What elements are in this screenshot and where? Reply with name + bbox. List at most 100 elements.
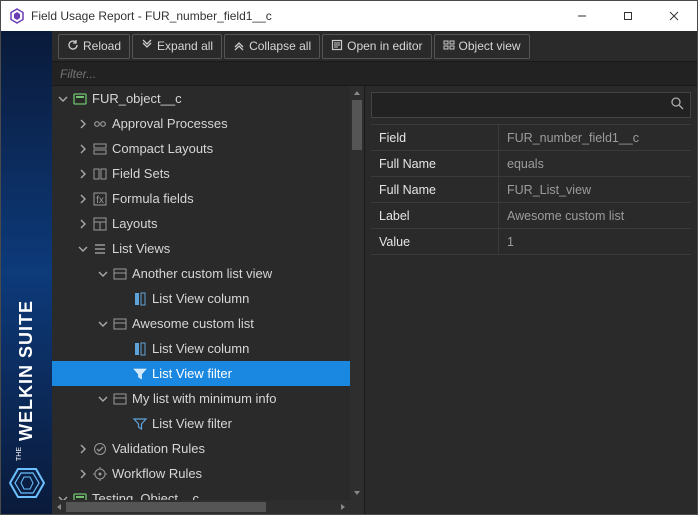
tree-label: Another custom list view xyxy=(132,266,272,281)
tree-label: My list with minimum info xyxy=(132,391,276,406)
property-row[interactable]: LabelAwesome custom list xyxy=(371,203,691,229)
collapse-all-button[interactable]: Collapse all xyxy=(224,34,320,59)
scroll-right-icon[interactable] xyxy=(336,500,350,514)
chevron-down-icon[interactable] xyxy=(96,392,110,406)
property-search[interactable] xyxy=(371,92,691,118)
chevron-down-icon[interactable] xyxy=(56,92,70,106)
window-buttons xyxy=(559,1,697,31)
brand-text: THE WELKIN SUITE xyxy=(16,300,37,461)
layouts-icon xyxy=(92,216,108,232)
object-view-button[interactable]: Object view xyxy=(434,34,530,59)
expand-all-button[interactable]: Expand all xyxy=(132,34,222,59)
tree-node-awesome-col[interactable]: List View column xyxy=(52,336,350,361)
property-row[interactable]: Full NameFUR_List_view xyxy=(371,177,691,203)
filter-input[interactable] xyxy=(52,62,697,85)
chevron-down-icon[interactable] xyxy=(76,242,90,256)
vertical-scrollbar[interactable] xyxy=(350,86,364,500)
tree-node-approval[interactable]: Approval Processes xyxy=(52,111,350,136)
tree-node-another-col[interactable]: List View column xyxy=(52,286,350,311)
horizontal-scrollbar[interactable] xyxy=(52,500,350,514)
process-icon xyxy=(92,116,108,132)
tree-node-listviews[interactable]: List Views xyxy=(52,236,350,261)
tree-label: Field Sets xyxy=(112,166,170,181)
minimize-button[interactable] xyxy=(559,1,605,31)
chevron-right-icon[interactable] xyxy=(76,167,90,181)
scroll-thumb[interactable] xyxy=(352,100,362,150)
main: Reload Expand all Collapse all Open in e… xyxy=(52,31,697,514)
open-in-editor-button[interactable]: Open in editor xyxy=(322,34,431,59)
tree-node-formula[interactable]: fx Formula fields xyxy=(52,186,350,211)
tree-node-awesome[interactable]: Awesome custom list xyxy=(52,311,350,336)
listview-item-icon xyxy=(112,391,128,407)
validation-icon xyxy=(92,441,108,457)
property-key: Full Name xyxy=(371,177,499,202)
tree-label: Compact Layouts xyxy=(112,141,213,156)
svg-text:fx: fx xyxy=(96,195,104,206)
reload-label: Reload xyxy=(83,39,121,53)
reload-button[interactable]: Reload xyxy=(58,34,130,59)
listview-item-icon xyxy=(112,316,128,332)
chevron-down-icon[interactable] xyxy=(96,317,110,331)
property-key: Full Name xyxy=(371,151,499,176)
chevron-down-icon[interactable] xyxy=(96,267,110,281)
brand-sidebar: THE WELKIN SUITE xyxy=(1,31,52,514)
collapse-label: Collapse all xyxy=(249,39,311,53)
scroll-down-icon[interactable] xyxy=(350,486,364,500)
tree-node-layouts[interactable]: Layouts xyxy=(52,211,350,236)
filter-row xyxy=(52,62,697,86)
tree-pane: FUR_object__c Approval Processes xyxy=(52,86,365,514)
chevron-right-icon[interactable] xyxy=(76,117,90,131)
chevron-right-icon[interactable] xyxy=(76,192,90,206)
maximize-button[interactable] xyxy=(605,1,651,31)
chevron-right-icon[interactable] xyxy=(76,142,90,156)
property-list: FieldFUR_number_field1__c Full Nameequal… xyxy=(371,124,691,255)
workflow-icon xyxy=(92,466,108,482)
listview-item-icon xyxy=(112,266,128,282)
close-button[interactable] xyxy=(651,1,697,31)
tree-node-another[interactable]: Another custom list view xyxy=(52,261,350,286)
tree-node-mylist[interactable]: My list with minimum info xyxy=(52,386,350,411)
collapse-icon xyxy=(233,39,245,54)
property-value: 1 xyxy=(499,235,691,249)
tree-node-compact[interactable]: Compact Layouts xyxy=(52,136,350,161)
tree-node-workflow[interactable]: Workflow Rules xyxy=(52,461,350,486)
tree-label: List View filter xyxy=(152,416,232,431)
scroll-thumb[interactable] xyxy=(66,502,266,512)
tree-node-mylist-filter[interactable]: List View filter xyxy=(52,411,350,436)
column-icon xyxy=(132,341,148,357)
chevron-right-icon[interactable] xyxy=(76,442,90,456)
tree-label: FUR_object__c xyxy=(92,91,182,106)
scroll-left-icon[interactable] xyxy=(52,500,66,514)
toolbar: Reload Expand all Collapse all Open in e… xyxy=(52,31,697,62)
filter-icon xyxy=(132,366,148,382)
window: Field Usage Report - FUR_number_field1__… xyxy=(0,0,698,515)
app-icon xyxy=(9,8,25,24)
property-key: Field xyxy=(371,125,499,150)
tree-label: Testing_Object__c xyxy=(92,491,199,500)
object-icon xyxy=(72,91,88,107)
property-value: FUR_number_field1__c xyxy=(499,131,691,145)
tree-node-fieldsets[interactable]: Field Sets xyxy=(52,161,350,186)
detail-pane: FieldFUR_number_field1__c Full Nameequal… xyxy=(365,86,697,514)
tree-label: List View column xyxy=(152,341,249,356)
tree-label: Workflow Rules xyxy=(112,466,202,481)
tree-node-root[interactable]: FUR_object__c xyxy=(52,86,350,111)
chevron-down-icon[interactable] xyxy=(56,492,70,501)
tree-node-testing[interactable]: Testing_Object__c xyxy=(52,486,350,500)
expand-icon xyxy=(141,39,153,54)
chevron-right-icon[interactable] xyxy=(76,217,90,231)
listview-icon xyxy=(92,241,108,257)
property-key: Value xyxy=(371,229,499,254)
formula-icon: fx xyxy=(92,191,108,207)
property-row[interactable]: Full Nameequals xyxy=(371,151,691,177)
reload-icon xyxy=(67,39,79,54)
object-view-icon xyxy=(443,39,455,54)
tree-node-validation[interactable]: Validation Rules xyxy=(52,436,350,461)
property-row[interactable]: Value1 xyxy=(371,229,691,255)
tree-node-awesome-filter[interactable]: List View filter xyxy=(52,361,350,386)
property-value: Awesome custom list xyxy=(499,209,691,223)
property-row[interactable]: FieldFUR_number_field1__c xyxy=(371,125,691,151)
chevron-right-icon[interactable] xyxy=(76,467,90,481)
column-icon xyxy=(132,291,148,307)
scroll-up-icon[interactable] xyxy=(350,86,364,100)
